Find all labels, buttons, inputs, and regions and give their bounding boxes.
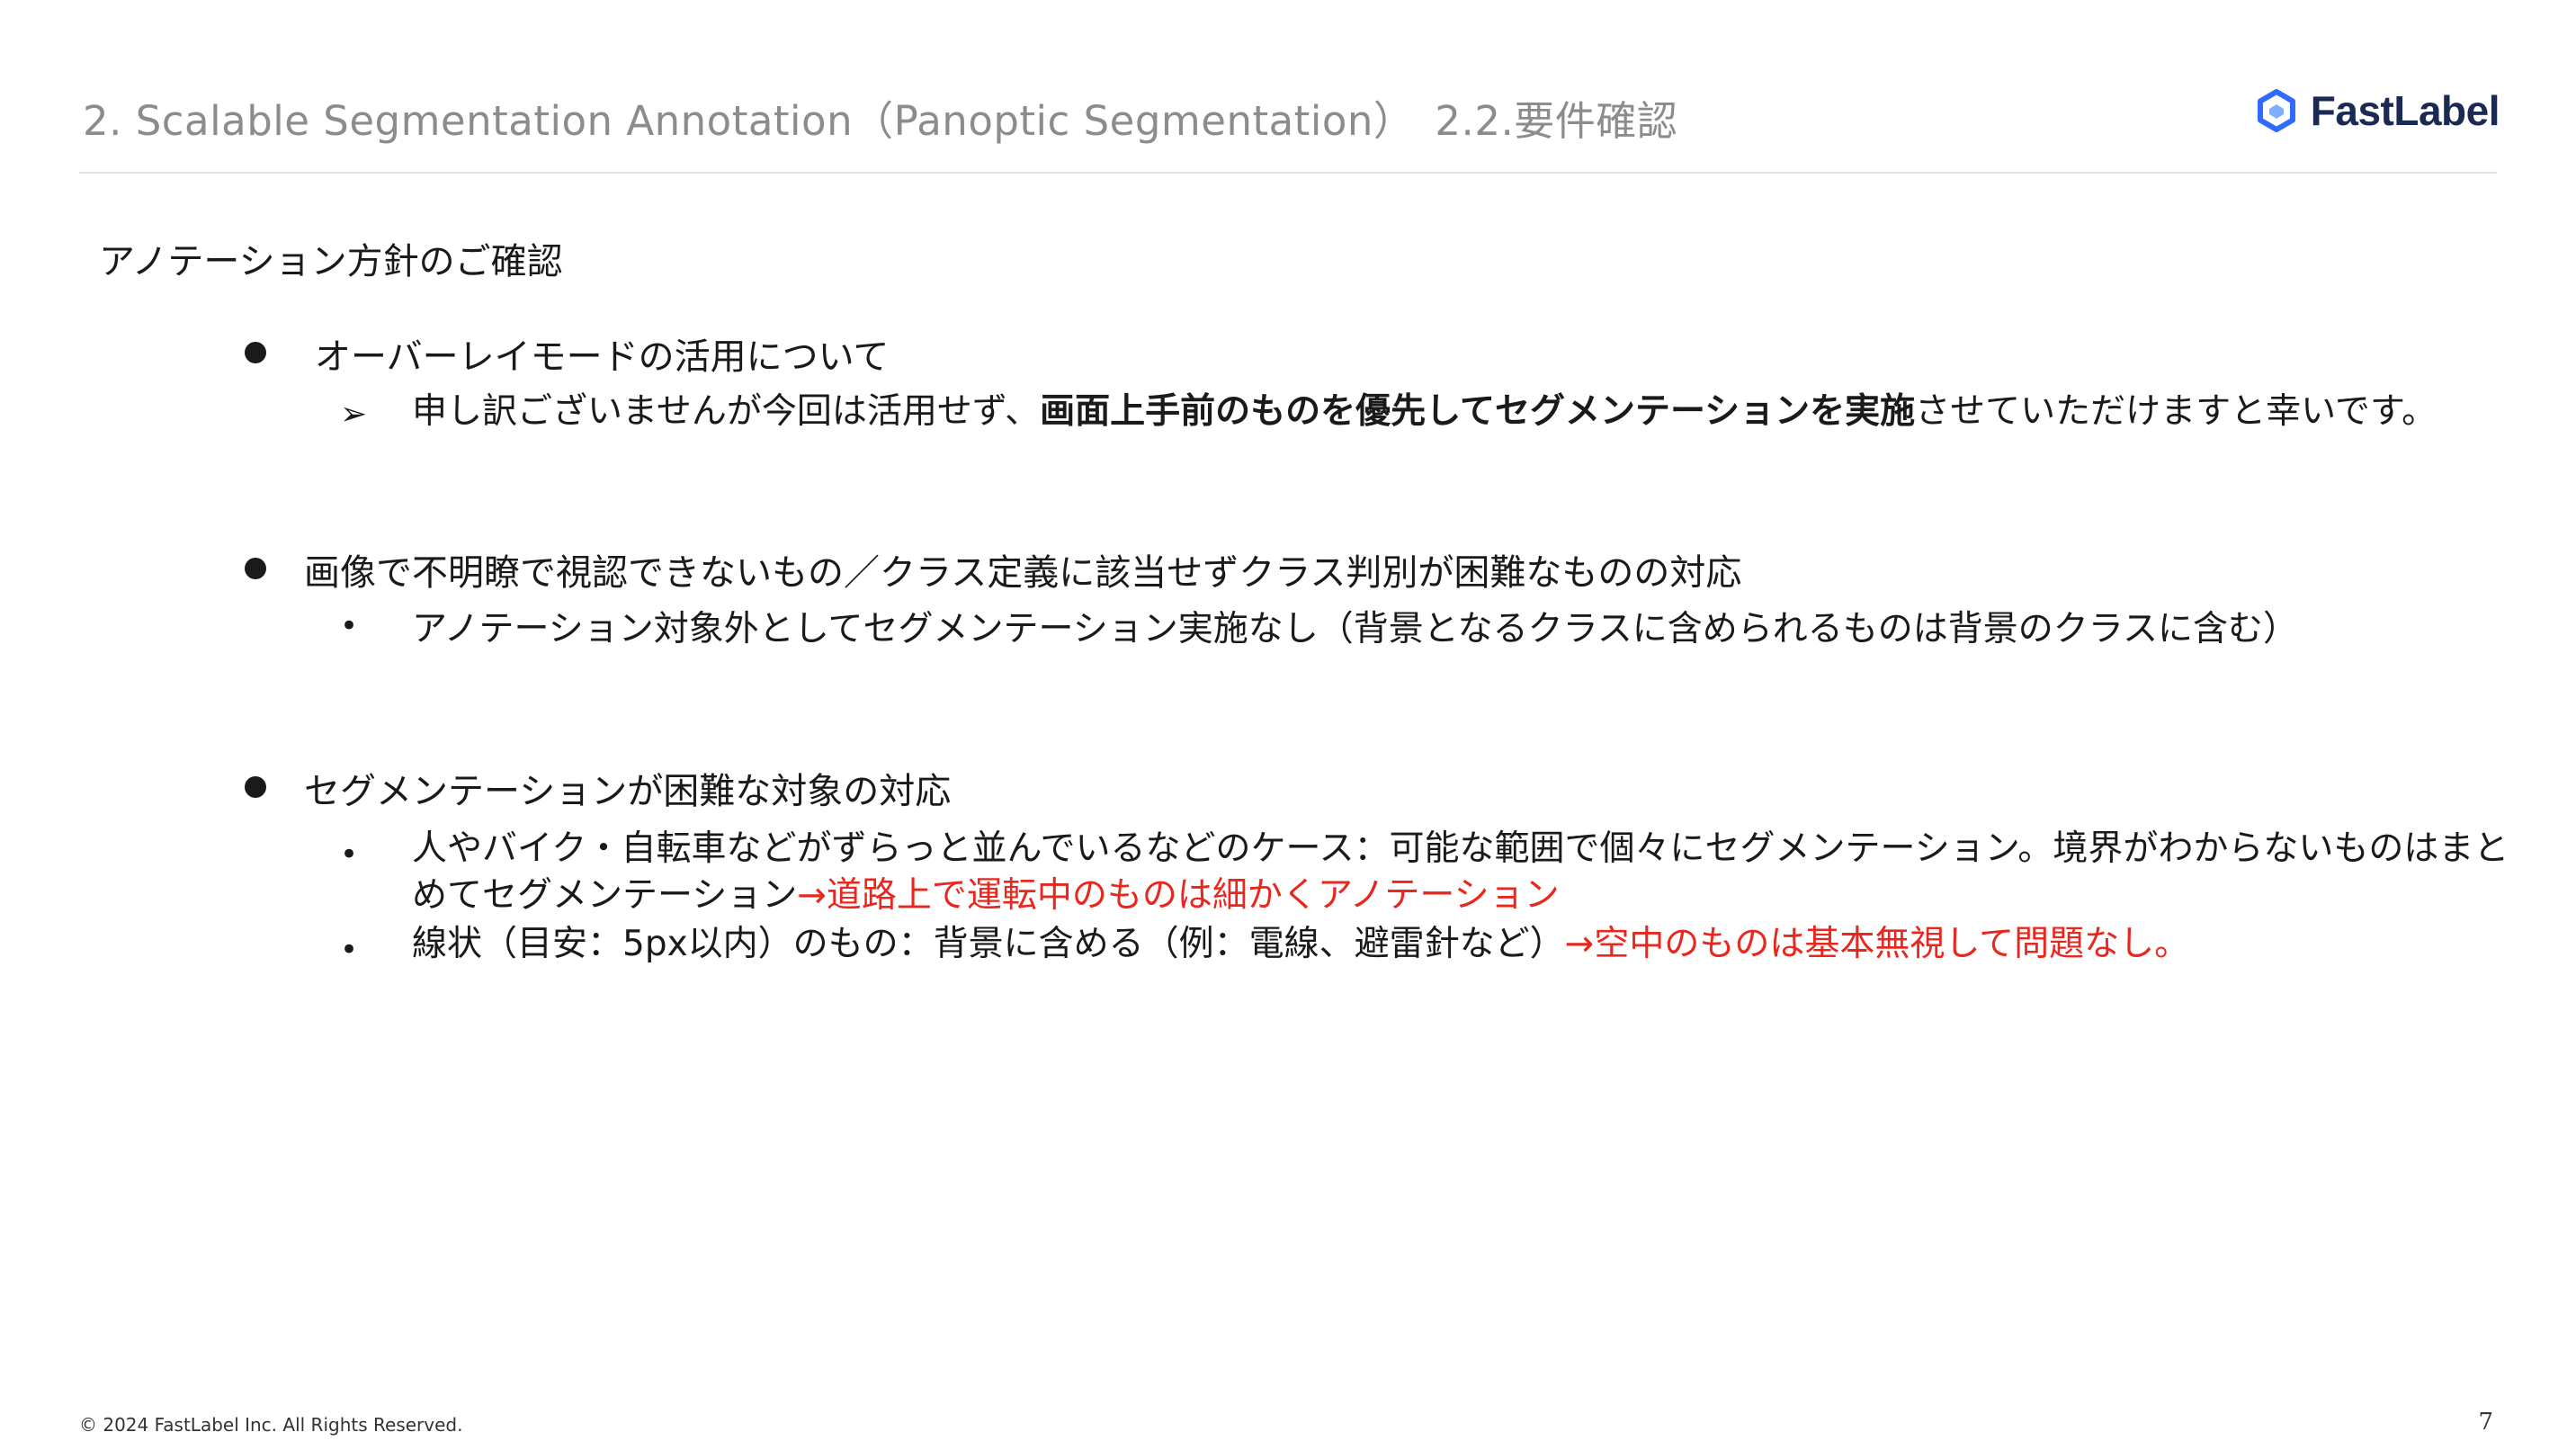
fastlabel-hexagon-logo-icon <box>2257 89 2295 132</box>
logo-text: FastLabel <box>2310 87 2500 134</box>
point-detail-crowd-case: 人やバイク・自転車などがずらっと並んでいるなどのケース：可能な範囲で個々にセグメ… <box>412 826 2509 919</box>
small-bullet-icon: • <box>340 608 359 644</box>
point-detail-unclear-objects: アノテーション対象外としてセグメンテーション実施なし（背景となるクラスに含められ… <box>412 609 2299 649</box>
slide-header-title: 2. Scalable Segmentation Annotation（Pano… <box>83 97 1678 145</box>
point-label-unclear-objects: 画像で不明瞭で視認できないもの／クラス定義に該当せずクラス判別が困難なものの対応 <box>304 552 1742 594</box>
small-bullet-icon: • <box>340 932 359 968</box>
bullet-dot <box>245 776 266 798</box>
detail-text: 線状（目安：5px以内）のもの：背景に含める（例：電線、避雷針など） <box>412 924 1565 964</box>
section-heading: アノテーション方針のご確認 <box>99 241 563 282</box>
small-bullet-icon: • <box>340 837 359 873</box>
copyright: © 2024 FastLabel Inc. All Rights Reserve… <box>79 1414 463 1436</box>
detail-text: させていただけますと幸いです。 <box>1915 391 2437 432</box>
detail-text: 申し訳ございませんが今回は活用せず、 <box>412 391 1041 432</box>
point-detail-thin-lines: 線状（目安：5px以内）のもの：背景に含める（例：電線、避雷針など）→空中のもの… <box>412 921 2189 968</box>
header-divider <box>79 172 2497 174</box>
red-note: →道路上で運転中のものは細かくアノテーション <box>797 875 1560 916</box>
fastlabel-logo: FastLabel <box>2255 86 2500 135</box>
bullet-dot <box>245 342 266 363</box>
page-number: 7 <box>2478 1409 2493 1436</box>
point-label-overlay-mode: オーバーレイモードの活用について <box>315 336 890 378</box>
point-label-difficult-segmentation: セグメンテーションが困難な対象の対応 <box>304 771 952 812</box>
arrow-bullet-icon: ➢ <box>340 396 368 433</box>
point-detail-overlay-mode: 申し訳ございませんが今回は活用せず、画面上手前のものを優先してセグメンテーション… <box>412 389 2437 435</box>
detail-line: めてセグメンテーション→道路上で運転中のものは細かくアノテーション <box>412 873 2509 919</box>
detail-bold-text: 画面上手前のものを優先してセグメンテーションを実施 <box>1040 391 1916 432</box>
detail-line: 人やバイク・自転車などがずらっと並んでいるなどのケース：可能な範囲で個々にセグメ… <box>412 828 2509 869</box>
red-note: →空中のものは基本無視して問題なし。 <box>1564 924 2190 964</box>
detail-text: めてセグメンテーション <box>412 875 798 916</box>
bullet-dot <box>245 558 266 579</box>
